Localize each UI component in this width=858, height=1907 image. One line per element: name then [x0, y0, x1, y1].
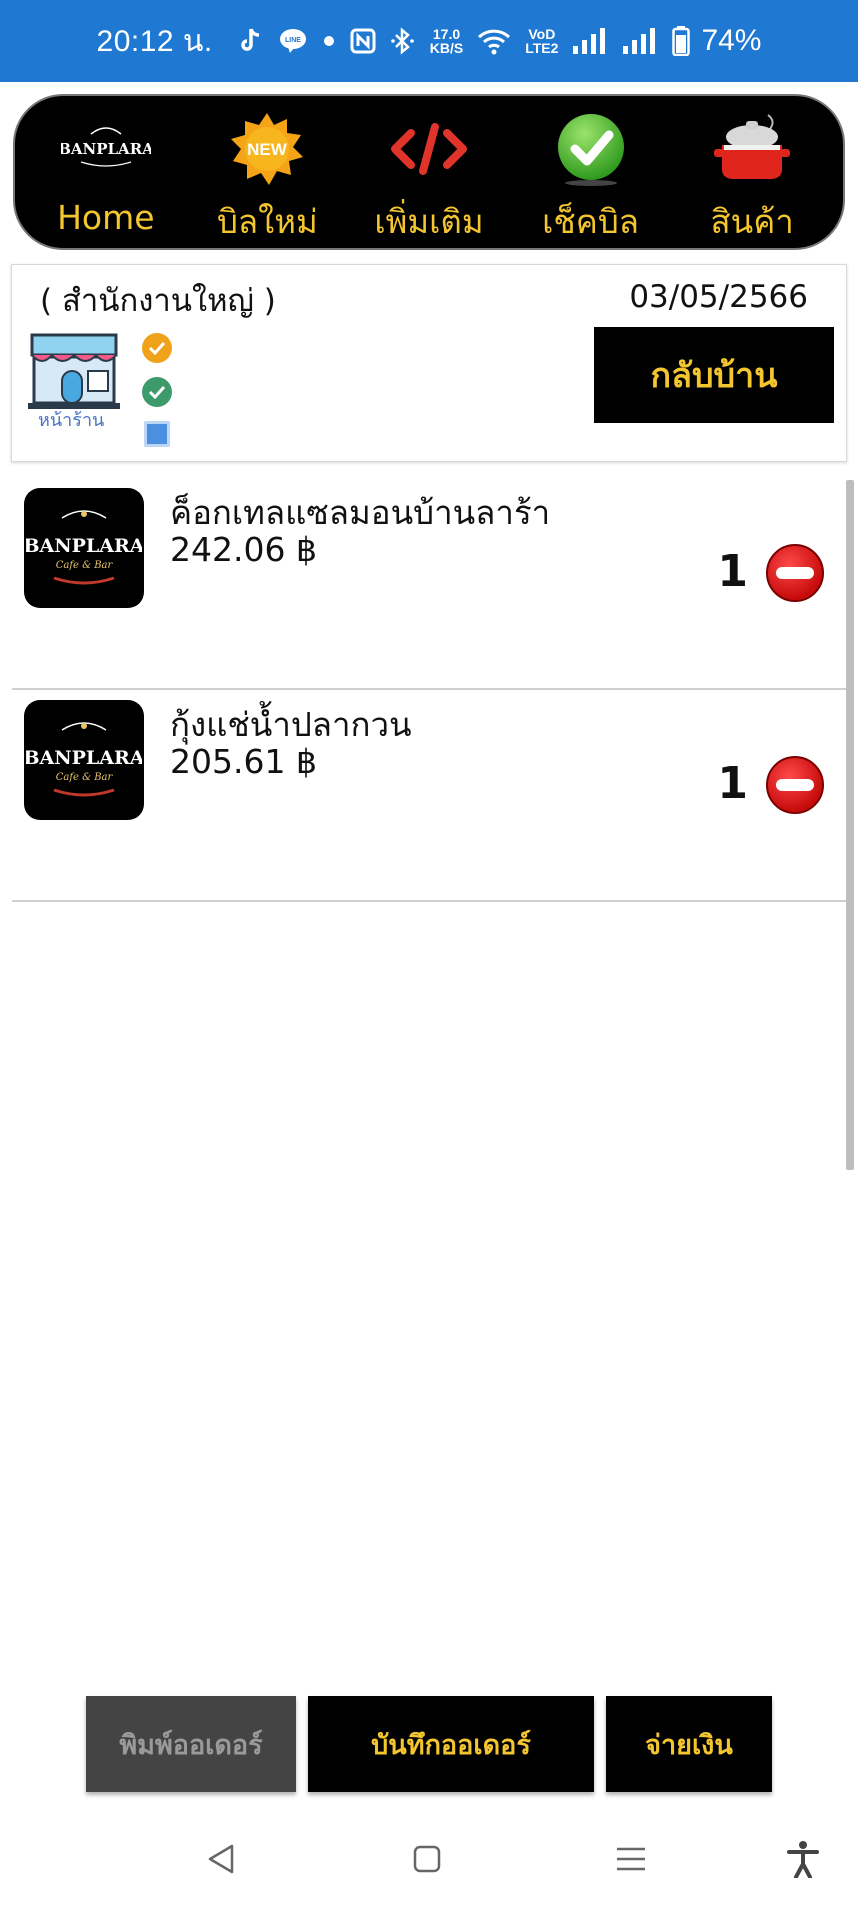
order-info-panel: ( สำนักงานใหญ่ ) 03/05/2566 หน้าร้าน กลั… — [11, 264, 847, 462]
nav-check-bill[interactable]: เช็คบิล — [516, 96, 666, 248]
order-item[interactable]: BANPLARA Cafe & Bar ค็อกเทลแซลมอนบ้านลาร… — [12, 478, 846, 690]
net-speed: 17.0 KB/S — [429, 26, 464, 56]
status-bar: 20:12 น. LINE 17.0 KB/S VoD LTE2 74% — [0, 0, 858, 82]
blue-square-icon — [144, 421, 170, 447]
cooking-pot-icon — [712, 110, 792, 187]
nav-more[interactable]: เพิ่มเติม — [354, 96, 504, 248]
branch-name: ( สำนักงานใหญ่ ) — [40, 283, 276, 319]
svg-text:LINE: LINE — [285, 37, 301, 44]
item-price: 242.06 ฿ — [170, 530, 317, 569]
order-date: 03/05/2566 — [629, 279, 808, 315]
check-green-icon — [142, 377, 172, 407]
item-price: 205.61 ฿ — [170, 742, 317, 781]
nav-home[interactable]: BANPLARA Home — [31, 96, 181, 248]
nav-products-label: สินค้า — [710, 202, 794, 241]
take-home-button[interactable]: กลับบ้าน — [594, 327, 834, 423]
nav-new-bill[interactable]: NEW บิลใหม่ — [192, 96, 342, 248]
save-order-button[interactable]: บันทึกออเดอร์ — [308, 1696, 594, 1792]
battery-icon — [672, 26, 691, 56]
pay-button[interactable]: จ่ายเงิน — [606, 1696, 772, 1792]
item-quantity: 1 — [717, 546, 748, 597]
signal-1-icon — [572, 28, 608, 54]
notification-dot-icon — [322, 34, 336, 48]
svg-text:BANPLARA: BANPLARA — [26, 747, 142, 769]
home-square-icon[interactable] — [402, 1834, 452, 1884]
wifi-icon — [477, 27, 511, 55]
item-quantity: 1 — [717, 758, 748, 809]
check-orange-icon — [142, 333, 172, 363]
banplara-logo-thumbnail: BANPLARA Cafe & Bar — [24, 700, 144, 820]
nav-check-bill-label: เช็คบิล — [542, 202, 640, 241]
remove-item-button[interactable] — [766, 544, 824, 602]
accessibility-icon[interactable] — [778, 1834, 828, 1884]
banplara-logo-thumbnail: BANPLARA Cafe & Bar — [24, 488, 144, 608]
line-app-icon: LINE — [278, 27, 308, 55]
storefront-label: หน้าร้าน — [38, 410, 105, 431]
system-nav-bar — [0, 1812, 858, 1907]
nfc-icon — [350, 28, 376, 54]
code-icon — [389, 110, 469, 187]
tiktok-icon — [238, 27, 264, 55]
nav-home-label: Home — [57, 198, 155, 237]
svg-text:Cafe & Bar: Cafe & Bar — [56, 772, 114, 783]
scrollbar[interactable] — [846, 480, 854, 1170]
svg-text:Cafe & Bar: Cafe & Bar — [56, 560, 114, 571]
nav-products[interactable]: สินค้า — [677, 96, 827, 248]
nav-new-bill-label: บิลใหม่ — [216, 202, 318, 241]
battery-percent: 74% — [701, 24, 762, 57]
bluetooth-icon — [390, 27, 416, 55]
order-item[interactable]: BANPLARA Cafe & Bar กุ้งแช่น้ำปลากวน 205… — [12, 690, 846, 902]
print-order-button[interactable]: พิมพ์ออเดอร์ — [86, 1696, 296, 1792]
svg-text:BANPLARA: BANPLARA — [26, 535, 142, 557]
signal-2-icon — [622, 28, 658, 54]
remove-item-button[interactable] — [766, 756, 824, 814]
nav-more-label: เพิ่มเติม — [374, 202, 484, 241]
top-nav: BANPLARA Home NEW บิลใหม่ เพิ่มเติม เช็ค… — [13, 94, 845, 250]
order-list: BANPLARA Cafe & Bar ค็อกเทลแซลมอนบ้านลาร… — [12, 478, 846, 902]
minus-icon — [776, 567, 814, 579]
back-icon[interactable] — [196, 1834, 246, 1884]
checkmark-icon — [553, 110, 629, 187]
svg-text:NEW: NEW — [248, 140, 289, 159]
clock: 20:12 น. — [96, 24, 213, 58]
minus-icon — [776, 779, 814, 791]
new-badge-icon: NEW — [229, 110, 305, 187]
status-indicators — [142, 333, 172, 461]
recents-menu-icon[interactable] — [606, 1834, 656, 1884]
volte-indicator: VoD LTE2 — [525, 26, 559, 56]
svg-text:BANPLARA: BANPLARA — [61, 140, 151, 158]
action-bar: พิมพ์ออเดอร์ บันทึกออเดอร์ จ่ายเงิน — [0, 1696, 858, 1792]
banplara-logo-icon: BANPLARA — [61, 110, 151, 190]
